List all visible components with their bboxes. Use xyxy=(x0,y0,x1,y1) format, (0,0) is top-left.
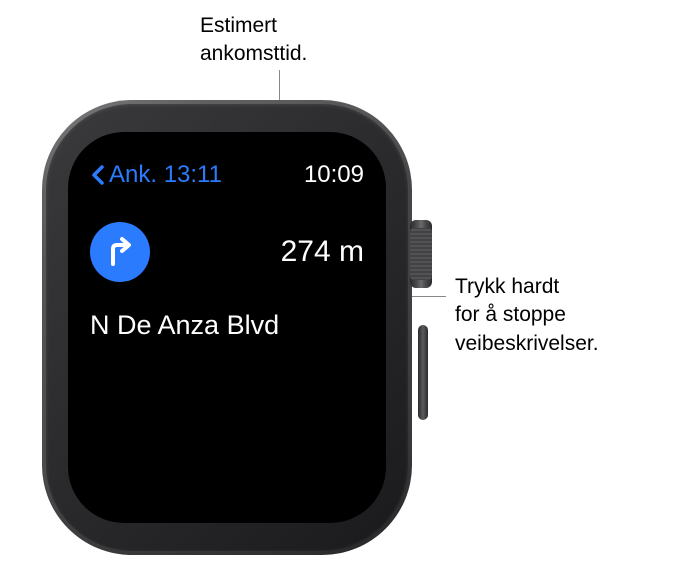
current-time: 10:09 xyxy=(304,161,364,189)
chevron-left-icon xyxy=(90,164,106,186)
callout-arrival-time: Estimert ankomsttid. xyxy=(200,12,307,69)
arrival-time-label: Ank. 13:11 xyxy=(109,161,222,189)
callout-force-touch: Trykk hardt for å stoppe veibeskrivelser… xyxy=(455,273,599,358)
digital-crown[interactable] xyxy=(410,220,432,288)
status-bar: Ank. 13:11 10:09 xyxy=(86,158,368,192)
side-button[interactable] xyxy=(418,325,428,420)
street-name-label: N De Anza Blvd xyxy=(86,310,368,341)
direction-row: 274 m xyxy=(86,222,368,282)
back-button[interactable]: Ank. 13:11 xyxy=(90,161,222,189)
distance-label: 274 m xyxy=(281,235,364,269)
watch-frame: Ank. 13:11 10:09 274 m N De Anza Blvd xyxy=(30,100,425,555)
watch-screen[interactable]: Ank. 13:11 10:09 274 m N De Anza Blvd xyxy=(68,132,386,523)
turn-right-icon xyxy=(90,222,150,282)
